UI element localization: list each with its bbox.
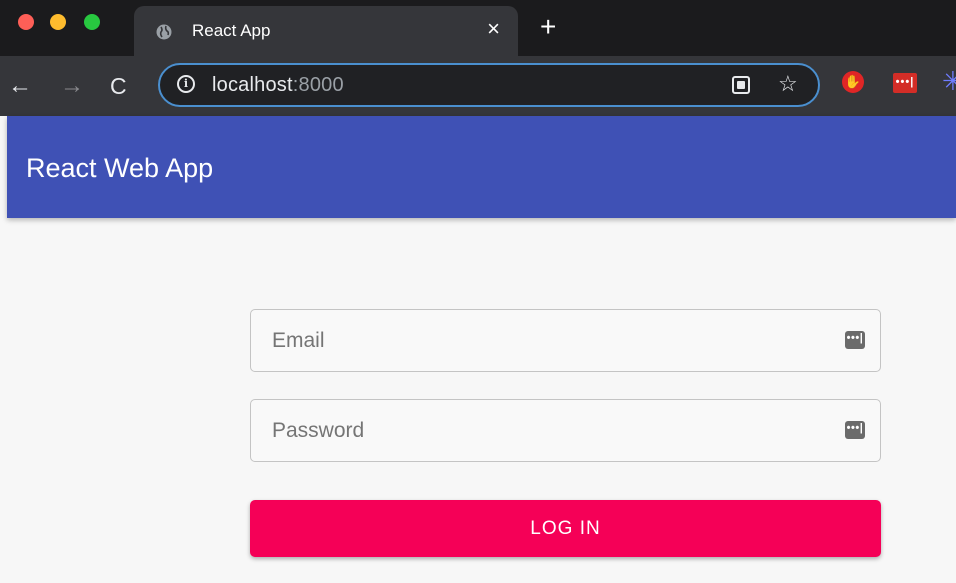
password-input[interactable] [251, 400, 880, 461]
email-input[interactable] [251, 310, 880, 371]
browser-window: React App × + ← → C i localhost:8000 ☆ ✋… [0, 0, 956, 116]
forward-button[interactable]: → [60, 72, 84, 100]
tab-title: React App [192, 21, 271, 40]
reload-button[interactable]: C [110, 72, 127, 100]
tab-react-app[interactable]: React App × [134, 6, 518, 56]
password-manager-icon[interactable]: •••| [845, 331, 865, 349]
address-bar[interactable]: i localhost:8000 ☆ [158, 63, 820, 107]
back-button[interactable]: ← [8, 72, 32, 100]
adblock-extension-icon[interactable]: ✋ [842, 71, 864, 93]
minimize-window-button[interactable] [50, 14, 66, 30]
new-tab-button[interactable]: + [540, 12, 556, 42]
app-title: React Web App [26, 153, 214, 183]
qr-code-icon[interactable] [732, 76, 750, 94]
url-port: :8000 [292, 74, 344, 96]
close-window-button[interactable] [18, 14, 34, 30]
lastpass-extension-icon[interactable]: •••| [893, 73, 917, 93]
tab-strip: React App × + [0, 0, 956, 56]
tab-close-icon[interactable]: × [487, 17, 500, 41]
password-field[interactable]: •••| [250, 399, 881, 462]
maximize-window-button[interactable] [84, 14, 100, 30]
browser-toolbar: ← → C i localhost:8000 ☆ [0, 56, 956, 116]
url-host: localhost [212, 74, 293, 96]
globe-icon [156, 24, 172, 40]
bookmark-star-icon[interactable]: ☆ [778, 71, 798, 97]
login-button[interactable]: LOG IN [250, 500, 881, 557]
password-manager-icon[interactable]: •••| [845, 421, 865, 439]
info-icon[interactable]: i [177, 75, 195, 93]
app-bar: React Web App [7, 116, 956, 218]
spark-extension-icon[interactable]: ✳ [942, 66, 956, 96]
email-field[interactable]: •••| [250, 309, 881, 372]
url-text[interactable]: localhost:8000 [212, 74, 344, 97]
